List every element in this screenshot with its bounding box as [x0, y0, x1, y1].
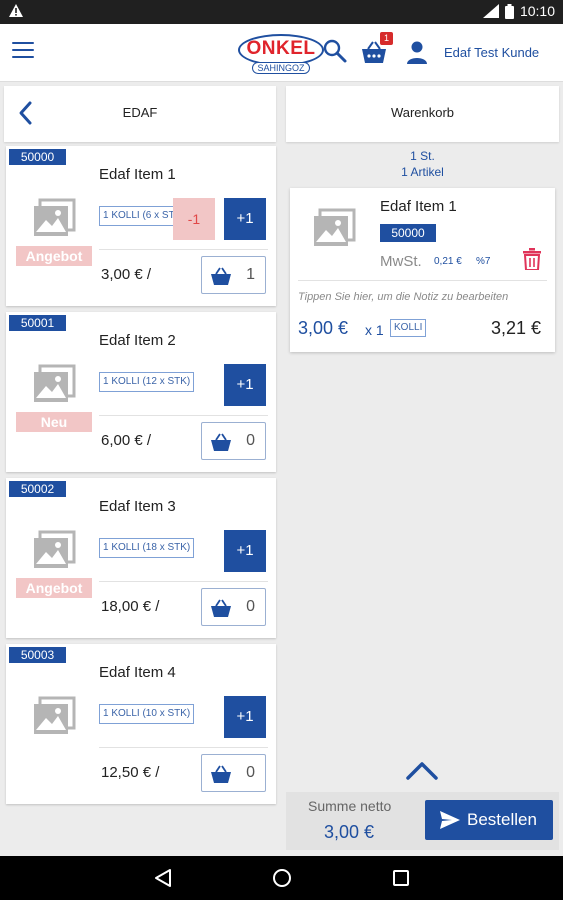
vat-rate: %7 — [476, 256, 491, 267]
cart-item-unit: KOLLI — [390, 319, 427, 337]
image-placeholder-icon — [34, 530, 76, 568]
user-name[interactable]: Edaf Test Kunde — [444, 45, 539, 60]
product-name: Edaf Item 4 — [99, 664, 176, 681]
vat-amount: 0,21 € — [434, 256, 462, 267]
pack-unit-selector[interactable]: 1 KOLLI (18 x STK) — [99, 538, 195, 558]
product-code: 50001 — [9, 315, 66, 331]
order-button[interactable]: Bestellen — [425, 800, 553, 840]
divider — [298, 280, 547, 281]
send-icon — [440, 811, 460, 829]
cart-item-card[interactable]: Edaf Item 1 50000 MwSt. 0,21 € %7 Tippen… — [290, 188, 555, 352]
quantity-value: 0 — [246, 598, 255, 615]
image-placeholder-icon — [34, 696, 76, 734]
warning-icon — [9, 4, 23, 17]
new-badge: Neu — [16, 412, 92, 432]
clock: 10:10 — [519, 3, 555, 19]
decrement-button[interactable]: -1 — [173, 198, 215, 240]
cart-item-name: Edaf Item 1 — [380, 198, 457, 215]
cart-article-count: 1 Artikel — [401, 165, 444, 179]
image-placeholder-icon — [314, 208, 356, 246]
note-hint[interactable]: Tippen Sie hier, um die Notiz zu bearbei… — [298, 291, 550, 303]
product-card[interactable]: 50001 Edaf Item 2 Neu 1 KOLLI (12 x STK)… — [6, 312, 276, 472]
quantity-value: 0 — [246, 432, 255, 449]
search-icon[interactable] — [322, 38, 348, 64]
status-bar: 10:10 — [0, 0, 563, 24]
cart-title: Warenkorb — [390, 105, 455, 120]
menu-icon[interactable] — [12, 42, 34, 60]
brand-logo[interactable]: ONKEL SAHINGOZ — [238, 32, 324, 74]
signal-icon — [482, 4, 499, 18]
basket-icon — [211, 267, 231, 285]
image-placeholder-icon — [34, 198, 76, 236]
battery-icon — [504, 3, 514, 19]
increment-button[interactable]: +1 — [224, 364, 266, 406]
user-icon[interactable] — [406, 40, 428, 64]
nav-recents-icon[interactable] — [392, 869, 410, 887]
chevron-up-icon[interactable] — [404, 758, 440, 782]
nav-home-icon[interactable] — [272, 868, 292, 888]
vat-label: MwSt. — [380, 253, 422, 270]
quantity-field[interactable]: 1 — [201, 256, 266, 294]
product-card[interactable]: 50002 Edaf Item 3 Angebot 1 KOLLI (18 x … — [6, 478, 276, 638]
catalog-header: EDAF — [4, 86, 276, 142]
cart-item-multiplier: x 1 — [365, 322, 384, 338]
cart-item-code: 50000 — [380, 224, 436, 242]
offer-badge: Angebot — [16, 578, 92, 598]
quantity-value: 1 — [246, 266, 255, 283]
order-button-label: Bestellen — [467, 810, 537, 829]
cart-badge: 1 — [380, 32, 393, 45]
product-name: Edaf Item 3 — [99, 498, 176, 515]
product-name: Edaf Item 2 — [99, 332, 176, 349]
quantity-field[interactable]: 0 — [201, 422, 266, 460]
product-code: 50003 — [9, 647, 66, 663]
cart-header: Warenkorb — [286, 86, 559, 142]
basket-icon — [211, 765, 231, 783]
product-card[interactable]: 50003 Edaf Item 4 1 KOLLI (10 x STK) +1 … — [6, 644, 276, 804]
product-price: 6,00 € / — [101, 432, 152, 449]
app-bar: ONKEL SAHINGOZ 1 Edaf Test Kunde — [0, 24, 563, 82]
cart-item-total: 3,21 € — [490, 318, 541, 338]
quantity-field[interactable]: 0 — [201, 588, 266, 626]
increment-button[interactable]: +1 — [224, 696, 266, 738]
product-price: 18,00 € / — [101, 598, 160, 615]
system-nav-bar — [0, 856, 563, 900]
logo-name: ONKEL — [246, 38, 316, 59]
increment-button[interactable]: +1 — [224, 198, 266, 240]
product-card[interactable]: 50000 Edaf Item 1 Angebot 1 KOLLI (6 x S… — [6, 146, 276, 306]
pack-unit-selector[interactable]: 1 KOLLI (12 x STK) — [99, 372, 195, 392]
product-name: Edaf Item 1 — [99, 166, 176, 183]
product-code: 50000 — [9, 149, 66, 165]
cart-summary: 1 St. 1 Artikel — [286, 148, 559, 180]
divider — [99, 249, 268, 250]
divider — [99, 415, 268, 416]
catalog-title: EDAF — [122, 105, 158, 120]
pack-unit-selector[interactable]: 1 KOLLI (10 x STK) — [99, 704, 195, 724]
logo-sub: SAHINGOZ — [252, 62, 310, 74]
divider — [99, 747, 268, 748]
image-placeholder-icon — [34, 364, 76, 402]
nav-back-icon[interactable] — [154, 868, 172, 888]
quantity-value: 0 — [246, 764, 255, 781]
offer-badge: Angebot — [16, 246, 92, 266]
product-price: 3,00 € / — [101, 266, 152, 283]
divider — [99, 581, 268, 582]
product-code: 50002 — [9, 481, 66, 497]
cart-item-price: 3,00 € — [298, 318, 349, 338]
basket-icon — [211, 433, 231, 451]
quantity-field[interactable]: 0 — [201, 754, 266, 792]
cart-unit-count: 1 St. — [410, 149, 435, 163]
basket-icon — [211, 599, 231, 617]
trash-icon[interactable] — [523, 248, 541, 270]
net-total-value: 3,00 € — [324, 822, 375, 842]
net-total-label: Summe netto — [308, 798, 392, 814]
increment-button[interactable]: +1 — [224, 530, 266, 572]
product-price: 12,50 € / — [101, 764, 160, 781]
